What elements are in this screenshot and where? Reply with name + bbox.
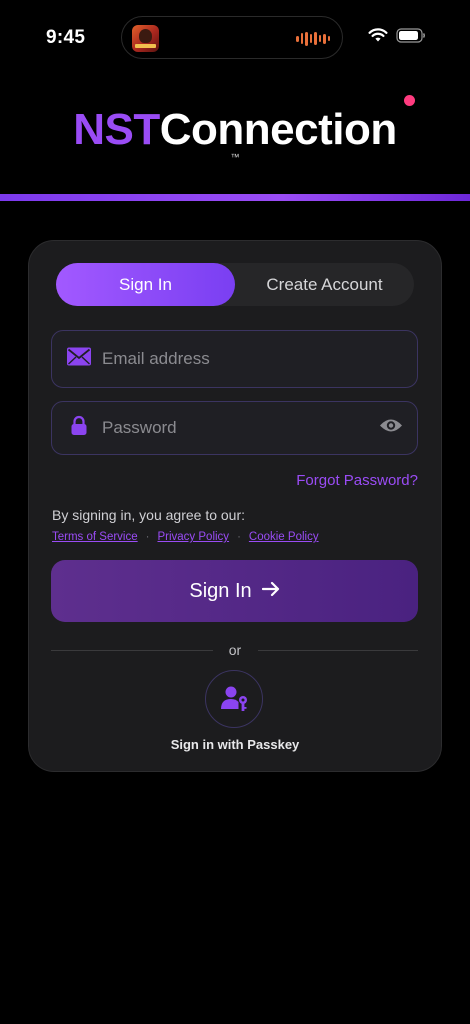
eye-icon[interactable] xyxy=(379,418,403,439)
app-logo: NSTConnection xyxy=(0,104,470,156)
logo-dot xyxy=(404,95,415,106)
tab-sign-in[interactable]: Sign In xyxy=(56,263,235,306)
envelope-icon xyxy=(67,347,91,371)
now-playing-artwork xyxy=(132,25,159,52)
auth-tabs: Sign In Create Account xyxy=(56,263,414,306)
auth-card: Sign In Create Account Email address For… xyxy=(28,240,442,772)
email-input[interactable] xyxy=(102,331,362,387)
legal-links: Terms of Service · Privacy Policy · Cook… xyxy=(52,531,319,543)
status-icons xyxy=(368,28,426,48)
logo-connection: Connection xyxy=(159,105,397,154)
terms-of-service-link[interactable]: Terms of Service xyxy=(52,531,138,543)
password-input[interactable] xyxy=(102,402,362,454)
link-separator: · xyxy=(237,531,241,543)
arrow-right-icon xyxy=(261,580,280,603)
passkey-icon xyxy=(221,686,247,711)
battery-icon xyxy=(396,28,426,48)
wifi-icon xyxy=(368,28,388,48)
cookie-policy-link[interactable]: Cookie Policy xyxy=(249,531,319,543)
link-separator: · xyxy=(145,531,150,543)
privacy-policy-link[interactable]: Privacy Policy xyxy=(157,531,229,543)
logo-nst: NST xyxy=(73,105,160,154)
email-field[interactable] xyxy=(51,330,418,388)
sign-in-button-label: Sign In xyxy=(189,579,252,602)
divider-line xyxy=(51,650,213,651)
or-separator: or xyxy=(228,642,242,658)
status-bar: 9:45 xyxy=(0,0,470,76)
status-time: 9:45 xyxy=(46,27,86,48)
lock-icon xyxy=(71,415,87,441)
passkey-label: Sign in with Passkey xyxy=(170,737,300,752)
passkey-button[interactable] xyxy=(205,670,263,728)
dynamic-island[interactable] xyxy=(121,16,343,59)
accent-divider xyxy=(0,194,470,201)
audio-waveform-icon xyxy=(296,31,330,46)
sign-in-button[interactable]: Sign In xyxy=(51,560,418,622)
trademark-symbol: ™ xyxy=(230,152,240,162)
tab-create-account[interactable]: Create Account xyxy=(235,263,414,306)
agree-text: By signing in, you agree to our: xyxy=(52,507,246,523)
divider-line xyxy=(258,650,418,651)
password-field[interactable] xyxy=(51,401,418,455)
forgot-password-link[interactable]: Forgot Password? xyxy=(296,472,418,489)
